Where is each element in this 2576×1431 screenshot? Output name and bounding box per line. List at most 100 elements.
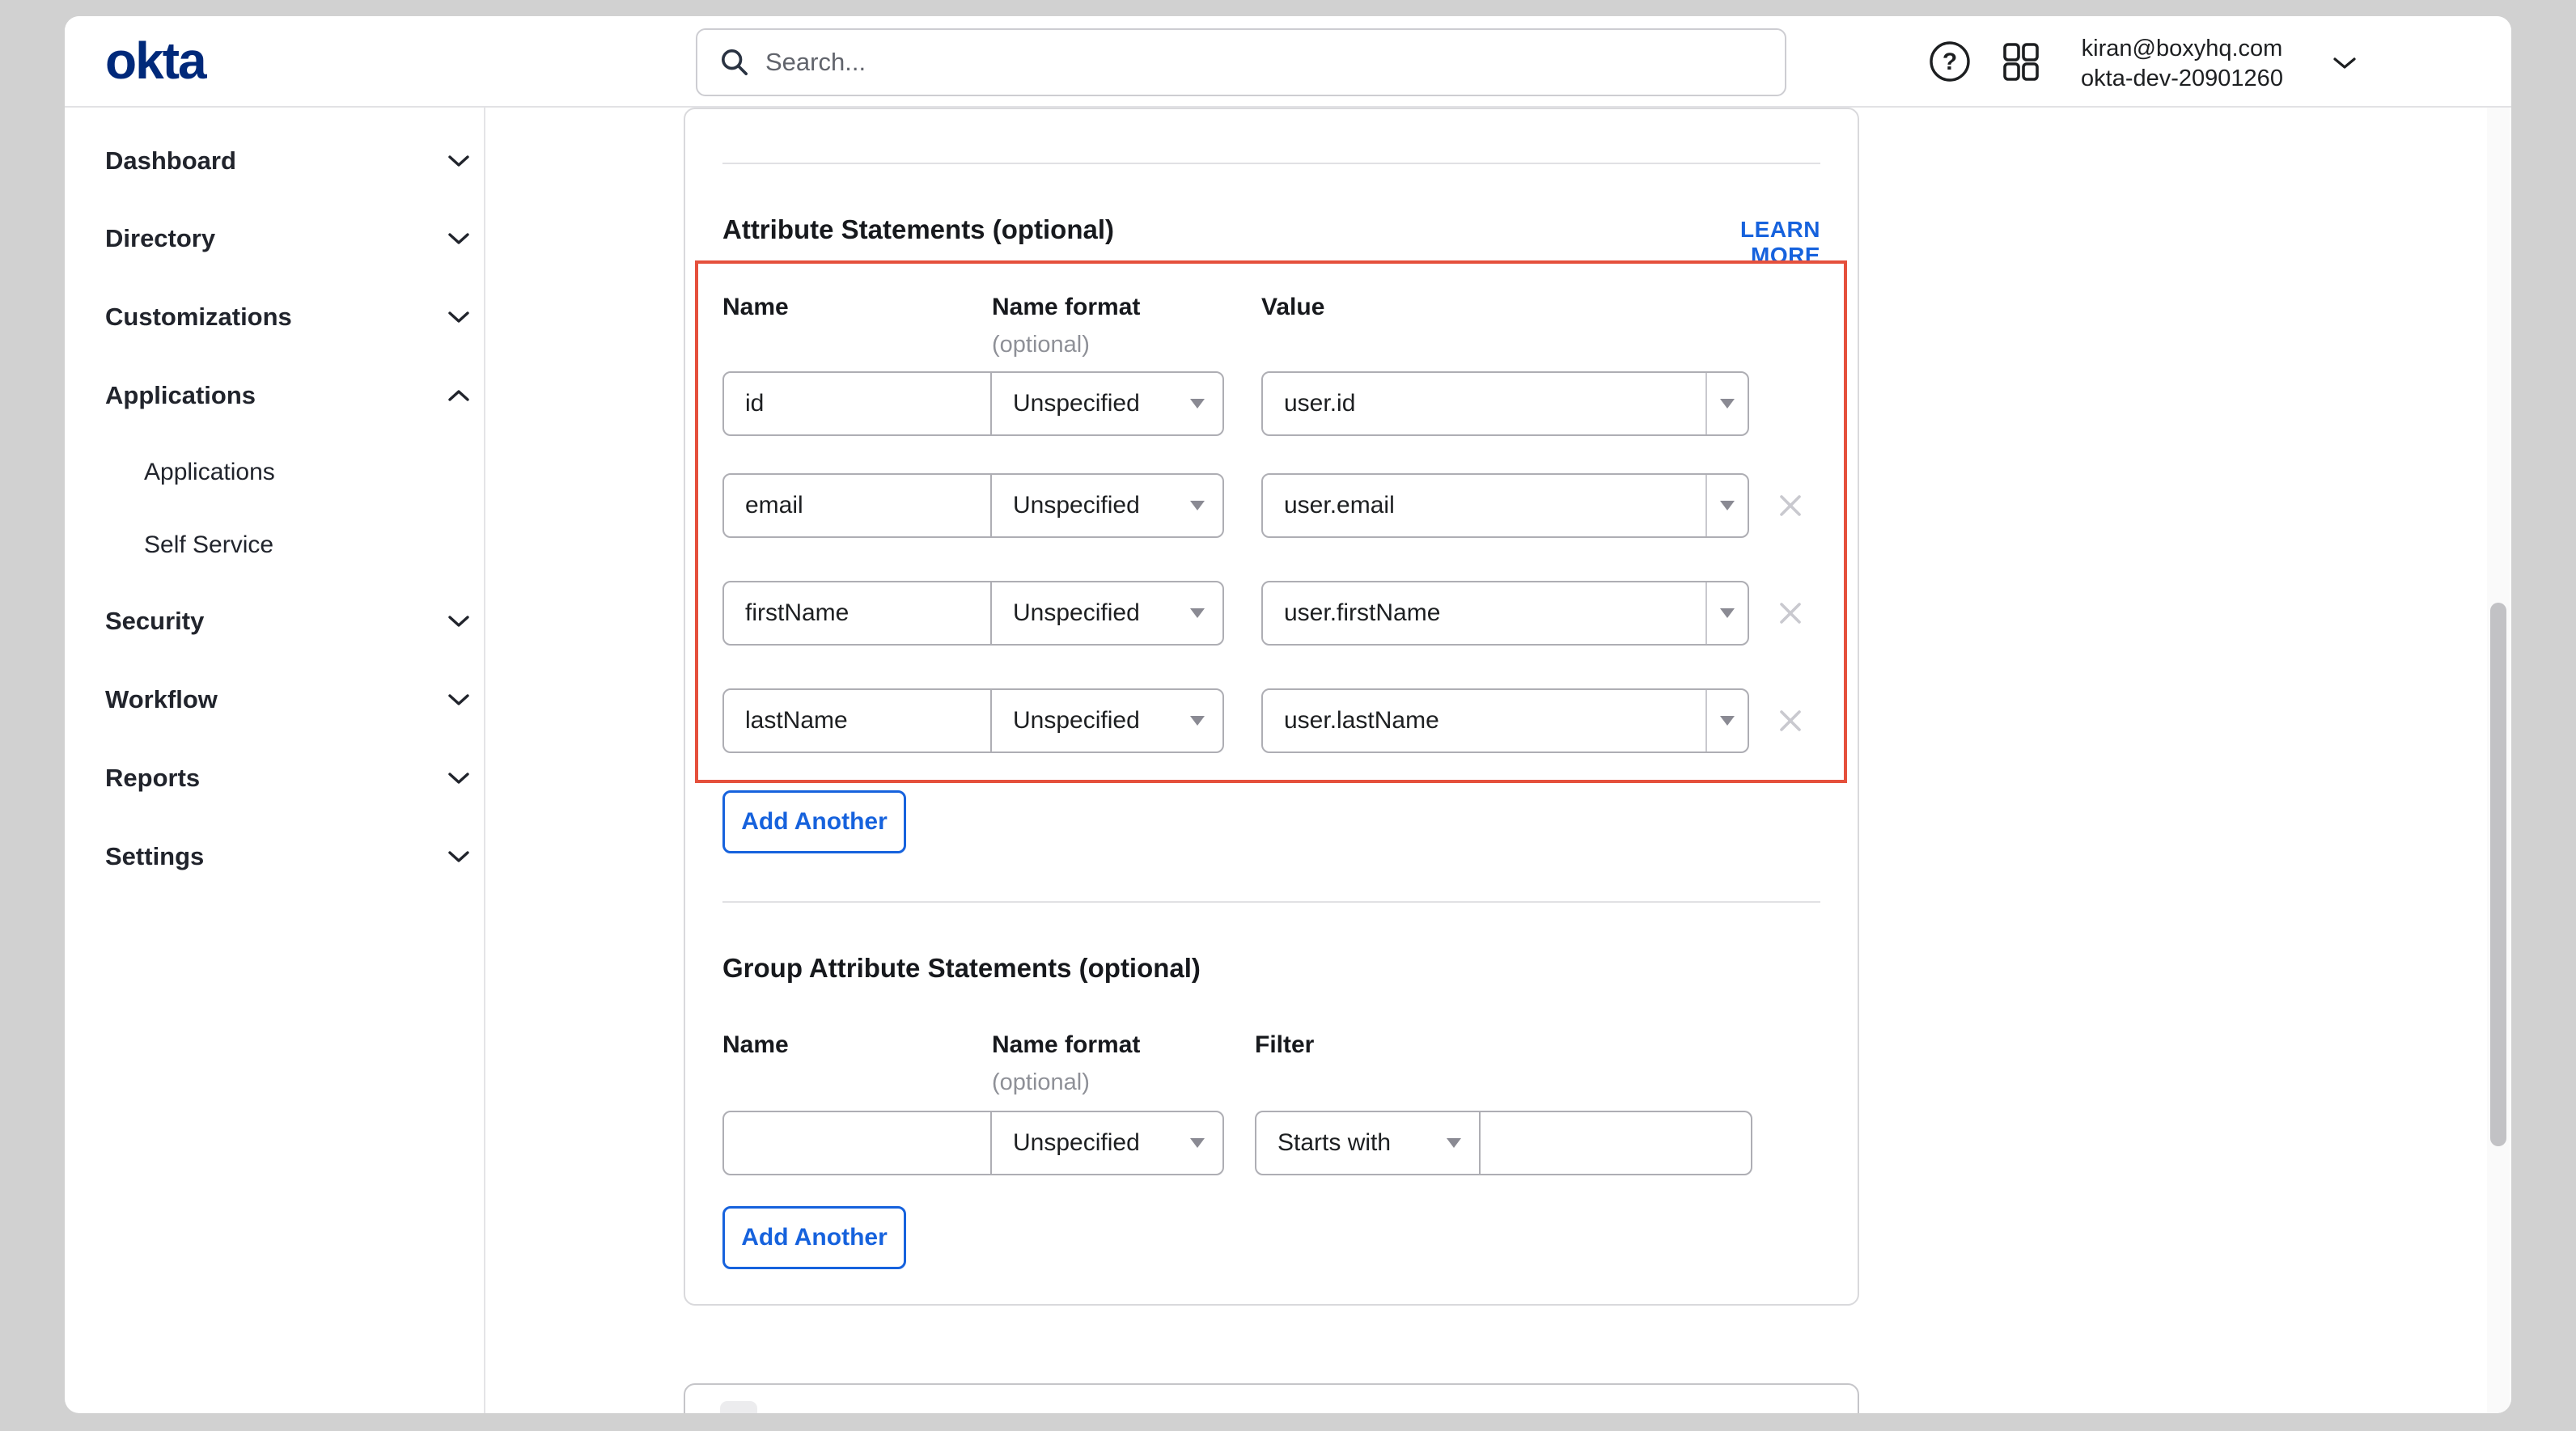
- remove-row-button[interactable]: [1773, 488, 1808, 523]
- next-section-placeholder: [720, 1401, 757, 1413]
- group-attribute-row: Unspecified Starts with: [722, 1111, 1871, 1175]
- group-name-format-select[interactable]: Unspecified: [990, 1111, 1224, 1175]
- sidebar-item-reports[interactable]: Reports: [105, 753, 471, 803]
- value-input[interactable]: [1263, 373, 1705, 434]
- attribute-name-field[interactable]: [722, 581, 992, 646]
- col-header-filter: Filter: [1255, 1031, 1314, 1059]
- add-another-group-attribute-button[interactable]: Add Another: [722, 1206, 906, 1269]
- name-format-value: Unspecified: [1013, 1129, 1140, 1157]
- select-caret-icon: [1190, 716, 1205, 726]
- name-format-select[interactable]: Unspecified: [990, 371, 1224, 436]
- filter-value-input[interactable]: [1481, 1112, 1751, 1174]
- section-divider: [722, 163, 1820, 164]
- filter-operator-select[interactable]: Starts with: [1255, 1111, 1481, 1175]
- group-name-field[interactable]: [722, 1111, 992, 1175]
- combobox-caret-button[interactable]: [1705, 475, 1748, 536]
- name-format-value: Unspecified: [1013, 390, 1140, 417]
- sidebar-label: Workflow: [105, 685, 218, 714]
- attribute-row: Unspecified: [722, 473, 1871, 538]
- filter-operator-value: Starts with: [1277, 1129, 1391, 1157]
- attribute-name-field[interactable]: [722, 371, 992, 436]
- remove-x-icon: [1776, 706, 1805, 735]
- global-search[interactable]: [696, 28, 1786, 96]
- scrollbar-thumb[interactable]: [2490, 603, 2506, 1146]
- value-combobox[interactable]: [1261, 371, 1749, 436]
- group-name-input[interactable]: [724, 1112, 990, 1174]
- name-format-select[interactable]: Unspecified: [990, 581, 1224, 646]
- select-caret-icon: [1190, 399, 1205, 409]
- app-launcher-grid-icon[interactable]: [1998, 39, 2044, 84]
- attribute-name-field[interactable]: [722, 473, 992, 538]
- attribute-name-field[interactable]: [722, 688, 992, 753]
- search-icon: [718, 46, 751, 78]
- okta-logo[interactable]: okta: [105, 31, 205, 91]
- attribute-name-input[interactable]: [724, 373, 990, 434]
- sidebar-label: Directory: [105, 224, 215, 253]
- attribute-name-input[interactable]: [724, 475, 990, 536]
- sidebar-item-applications[interactable]: Applications: [105, 370, 471, 421]
- name-format-value: Unspecified: [1013, 599, 1140, 627]
- value-input[interactable]: [1263, 582, 1705, 644]
- col-header-name: Name: [722, 294, 789, 321]
- combobox-caret-button[interactable]: [1705, 582, 1748, 644]
- remove-row-button[interactable]: [1773, 703, 1808, 739]
- svg-text:?: ?: [1943, 49, 1957, 75]
- group-attribute-statements-title: Group Attribute Statements (optional): [722, 953, 1201, 984]
- select-caret-icon: [1720, 399, 1735, 409]
- chevron-down-icon: [447, 231, 471, 246]
- sidebar-item-workflow[interactable]: Workflow: [105, 675, 471, 725]
- sidebar-item-dashboard[interactable]: Dashboard: [105, 136, 471, 186]
- filter-value-field[interactable]: [1479, 1111, 1752, 1175]
- col-header-format: Name format: [992, 1031, 1140, 1059]
- col-header-name: Name: [722, 1031, 789, 1059]
- chevron-down-icon: [447, 154, 471, 168]
- top-bar: okta ? kiran@boxyhq.com okta-dev-2090126…: [65, 16, 2511, 108]
- account-email: kiran@boxyhq.com: [2057, 34, 2307, 64]
- sidebar-item-self-service[interactable]: Self Service: [144, 522, 451, 569]
- attribute-row: Unspecified: [722, 581, 1871, 646]
- account-menu[interactable]: kiran@boxyhq.com okta-dev-20901260: [2057, 34, 2307, 94]
- select-caret-icon: [1447, 1138, 1461, 1148]
- value-combobox[interactable]: [1261, 473, 1749, 538]
- chevron-down-icon: [447, 692, 471, 707]
- account-org: okta-dev-20901260: [2057, 64, 2307, 94]
- account-chevron-down-icon[interactable]: [2330, 53, 2359, 73]
- attribute-name-input[interactable]: [724, 690, 990, 751]
- sidebar-item-directory[interactable]: Directory: [105, 214, 471, 264]
- remove-x-icon: [1776, 599, 1805, 628]
- section-divider: [722, 901, 1820, 903]
- name-format-value: Unspecified: [1013, 492, 1140, 519]
- attribute-row: Unspecified: [722, 371, 1871, 436]
- chevron-down-icon: [447, 614, 471, 629]
- add-another-attribute-button[interactable]: Add Another: [722, 790, 906, 853]
- help-icon[interactable]: ?: [1927, 39, 1972, 84]
- sidebar-label: Reports: [105, 764, 200, 793]
- chevron-up-icon: [447, 388, 471, 403]
- chevron-down-icon: [447, 849, 471, 864]
- sidebar-label: Settings: [105, 842, 204, 871]
- sidebar-label: Customizations: [105, 303, 292, 332]
- value-input[interactable]: [1263, 690, 1705, 751]
- value-combobox[interactable]: [1261, 688, 1749, 753]
- select-caret-icon: [1190, 608, 1205, 618]
- sidebar-label: Dashboard: [105, 146, 236, 176]
- col-header-format-note: (optional): [992, 1069, 1090, 1096]
- chevron-down-icon: [447, 310, 471, 324]
- combobox-caret-button[interactable]: [1705, 690, 1748, 751]
- sidebar-item-applications-sub[interactable]: Applications: [144, 449, 451, 496]
- combobox-caret-button[interactable]: [1705, 373, 1748, 434]
- sidebar-item-settings[interactable]: Settings: [105, 832, 471, 882]
- name-format-select[interactable]: Unspecified: [990, 688, 1224, 753]
- sidebar-item-customizations[interactable]: Customizations: [105, 292, 471, 342]
- sidebar-sublabel: Applications: [144, 459, 275, 486]
- sidebar-item-security[interactable]: Security: [105, 596, 471, 646]
- value-combobox[interactable]: [1261, 581, 1749, 646]
- remove-row-button[interactable]: [1773, 595, 1808, 631]
- attribute-name-input[interactable]: [724, 582, 990, 644]
- attribute-row: Unspecified: [722, 688, 1871, 753]
- name-format-value: Unspecified: [1013, 707, 1140, 735]
- value-input[interactable]: [1263, 475, 1705, 536]
- chevron-down-icon: [447, 771, 471, 785]
- name-format-select[interactable]: Unspecified: [990, 473, 1224, 538]
- search-input[interactable]: [765, 48, 1764, 77]
